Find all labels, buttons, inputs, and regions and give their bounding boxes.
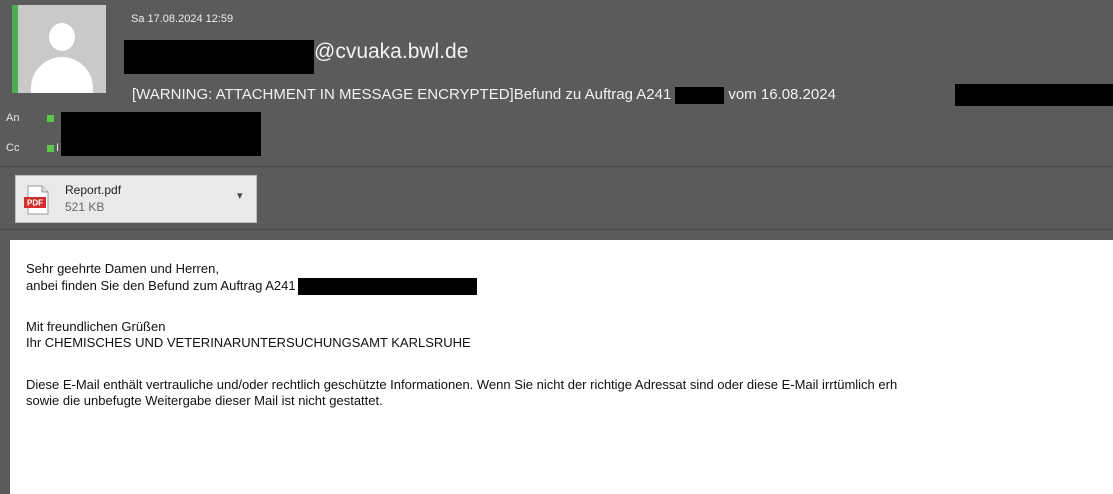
cc-label: Cc <box>6 142 20 154</box>
to-label: An <box>6 112 20 124</box>
redacted-subject-tail <box>955 84 1113 106</box>
redacted-sender-name <box>124 40 314 74</box>
redacted-body-order <box>297 278 477 296</box>
subject-suffix: vom 16.08.2024 <box>728 86 836 103</box>
body-line-order: anbei finden Sie den Befund zum Auftrag … <box>26 278 477 296</box>
attachment-tile[interactable]: PDF Report.pdf 521 KB ▾ <box>15 175 257 223</box>
cc-presence-icon <box>47 145 54 152</box>
redacted-recipients <box>61 112 261 156</box>
body-closing: Mit freundlichen Grüßen <box>26 319 166 334</box>
subject-prefix: [WARNING: ATTACHMENT IN MESSAGE ENCRYPTE… <box>132 86 672 103</box>
message-body: Sehr geehrte Damen und Herren, anbei fin… <box>10 240 1113 494</box>
avatar-head <box>49 23 75 51</box>
body-signature: Ihr CHEMISCHES UND VETERINARUNTERSUCHUNG… <box>26 335 471 350</box>
attachment-size: 521 KB <box>65 200 105 214</box>
attachment-menu-chevron-icon[interactable]: ▾ <box>237 189 243 202</box>
redacted-order-number <box>675 86 725 104</box>
to-presence-icon <box>47 115 54 122</box>
message-date: Sa 17.08.2024 12:59 <box>131 13 234 25</box>
cc-initial: I <box>56 142 60 154</box>
attachment-name: Report.pdf <box>65 183 122 197</box>
avatar-body <box>31 57 93 93</box>
body-order-text: anbei finden Sie den Befund zum Auftrag … <box>26 278 296 293</box>
pdf-icon-text: PDF <box>27 199 43 208</box>
pdf-icon: PDF <box>24 185 49 215</box>
message-header: Sa 17.08.2024 12:59 @cvuaka.bwl.de [WARN… <box>0 0 1113 230</box>
message-subject: [WARNING: ATTACHMENT IN MESSAGE ENCRYPTE… <box>132 86 836 104</box>
body-disclaimer-line1: Diese E-Mail enthält vertrauliche und/od… <box>26 377 898 392</box>
sender-avatar[interactable] <box>18 5 106 93</box>
header-divider <box>0 166 1113 167</box>
body-divider <box>0 229 1113 230</box>
sender-domain[interactable]: @cvuaka.bwl.de <box>314 40 468 64</box>
window-left-edge <box>0 230 10 494</box>
body-disclaimer-line2: sowie die unbefugte Weitergabe dieser Ma… <box>26 393 383 408</box>
body-greeting: Sehr geehrte Damen und Herren, <box>26 261 219 276</box>
